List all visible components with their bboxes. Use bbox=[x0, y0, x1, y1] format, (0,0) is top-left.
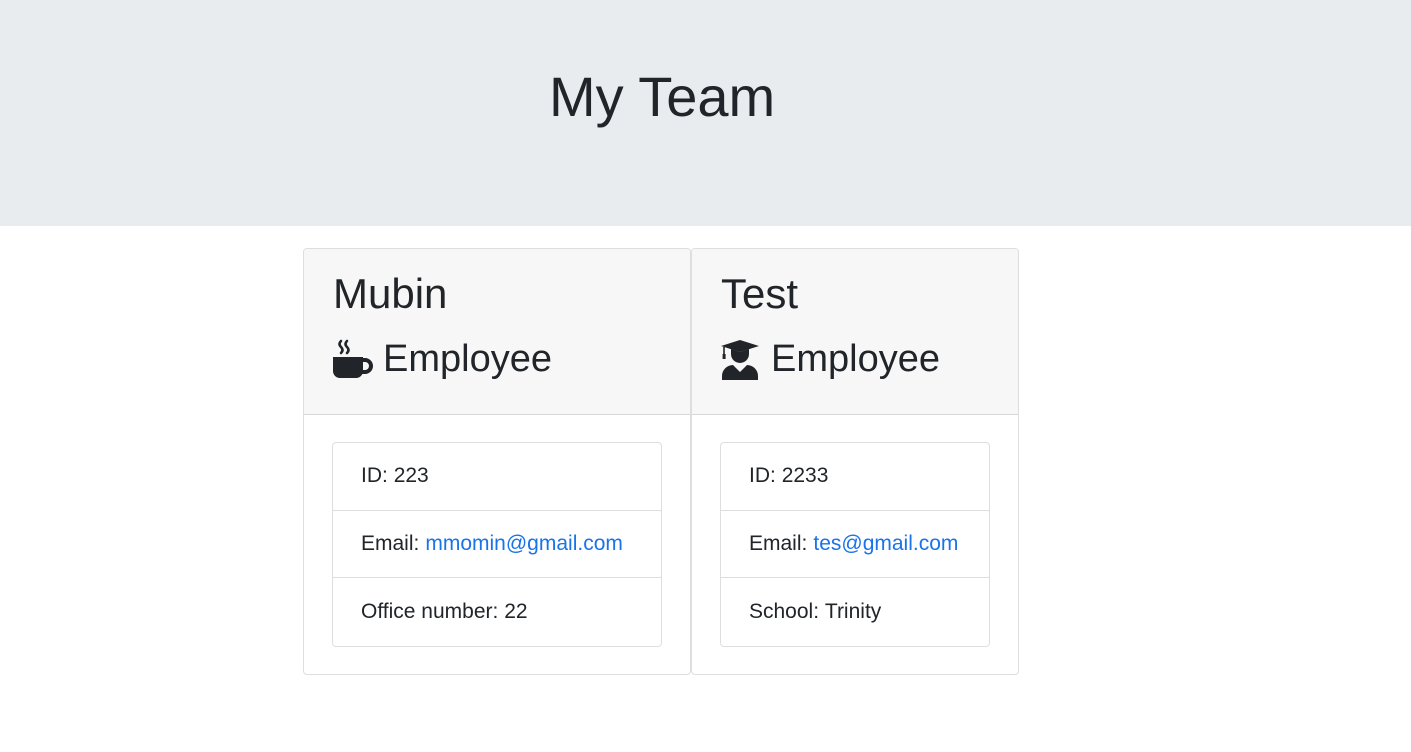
employee-details: ID: 223 Email: mmomin@gmail.com Office nu… bbox=[332, 442, 662, 647]
id-value: 2233 bbox=[781, 464, 829, 488]
employee-role: Employee bbox=[331, 334, 552, 384]
page-title: My Team bbox=[549, 65, 776, 128]
email-label: Email: bbox=[361, 531, 420, 555]
school-item: School: Trinity bbox=[721, 578, 989, 646]
header-banner: My Team bbox=[0, 0, 1411, 226]
employee-card: Mubin Employee ID: 223 Email: mmomin@gmai… bbox=[303, 248, 691, 675]
id-item: ID: 2233 bbox=[721, 443, 989, 511]
employee-details: ID: 2233 Email: tes@gmail.com School: Tri… bbox=[720, 442, 990, 647]
card-header: Test Employee bbox=[692, 249, 1018, 415]
role-label: Employee bbox=[383, 338, 552, 380]
email-item: Email: tes@gmail.com bbox=[721, 511, 989, 578]
id-label: ID: bbox=[749, 464, 776, 488]
role-label: Employee bbox=[771, 338, 940, 380]
coffee-icon bbox=[331, 338, 373, 380]
id-label: ID: bbox=[361, 464, 388, 488]
employee-name: Mubin bbox=[333, 270, 448, 317]
email-label: Email: bbox=[749, 531, 808, 555]
school-value: Trinity bbox=[824, 599, 882, 623]
employee-role: Employee bbox=[719, 334, 940, 384]
office-number-value: 22 bbox=[504, 599, 528, 623]
office-number-label: Office number: bbox=[361, 599, 499, 623]
user-graduate-icon bbox=[719, 338, 761, 380]
email-link[interactable]: mmomin@gmail.com bbox=[425, 532, 623, 556]
id-value: 223 bbox=[393, 464, 429, 488]
id-item: ID: 223 bbox=[333, 443, 661, 511]
employee-card: Test Employee ID: 2233 Email: tes@gmail.c… bbox=[691, 248, 1019, 675]
employee-name: Test bbox=[721, 270, 799, 317]
email-link[interactable]: tes@gmail.com bbox=[813, 532, 958, 556]
email-item: Email: mmomin@gmail.com bbox=[333, 511, 661, 578]
office-number-item: Office number: 22 bbox=[333, 578, 661, 646]
card-header: Mubin Employee bbox=[304, 249, 690, 415]
school-label: School: bbox=[749, 599, 820, 623]
